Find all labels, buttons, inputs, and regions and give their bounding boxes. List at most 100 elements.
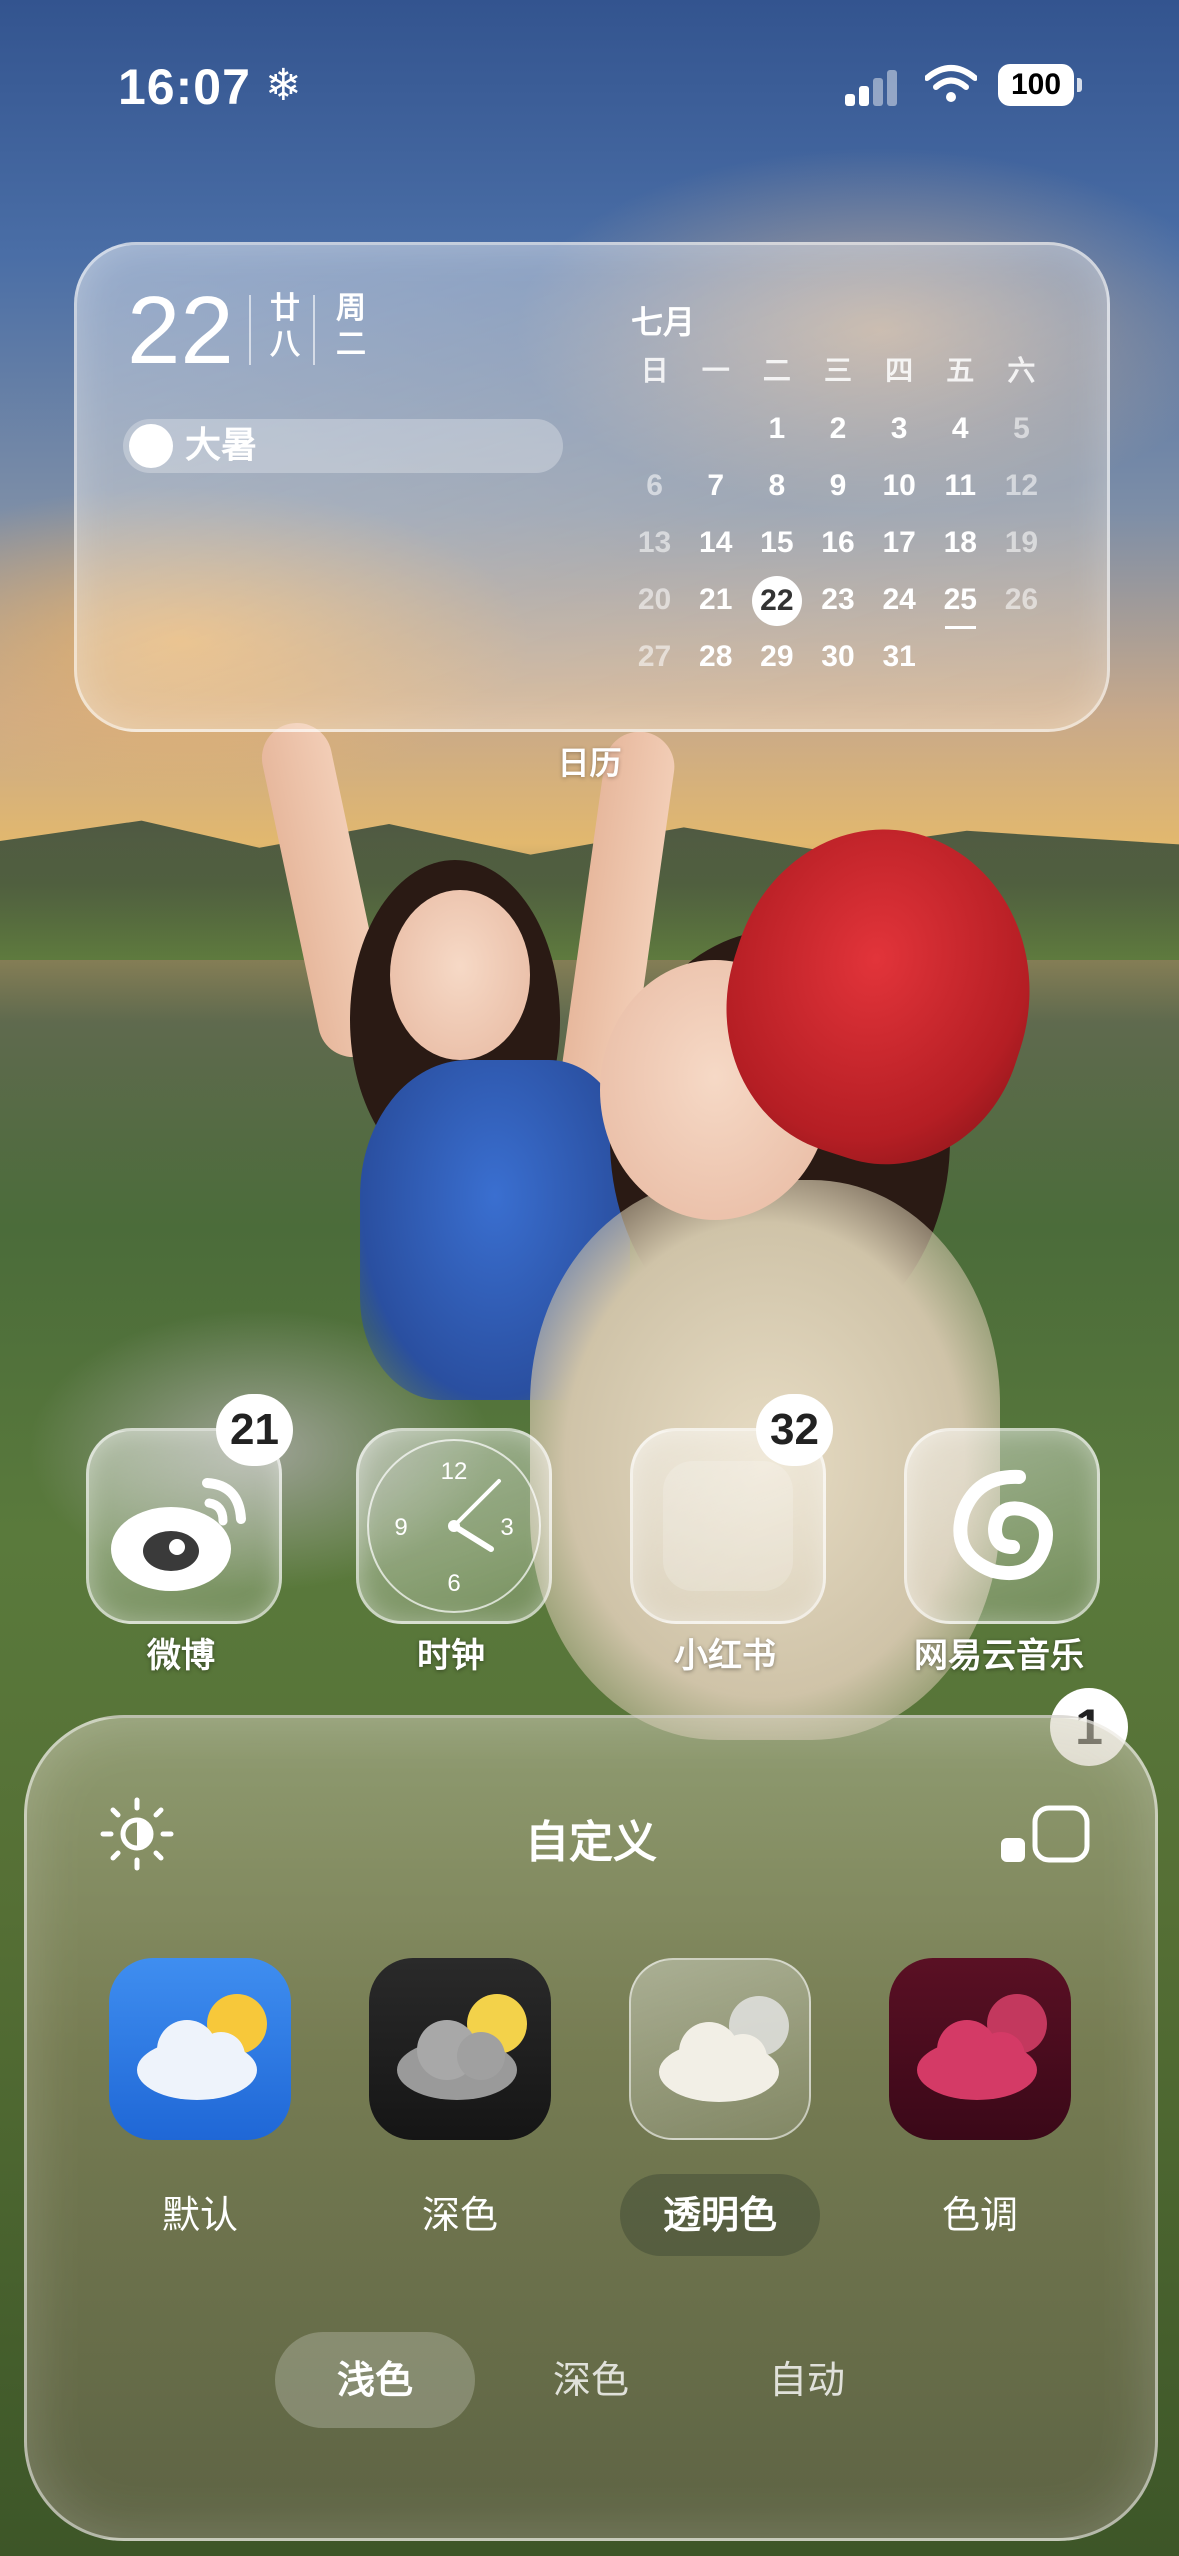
wifi-icon [925,65,977,102]
calendar-day-cell: 2 [829,412,847,445]
calendar-lunar-date: 廿 八 [265,291,305,363]
calendar-day-cell: 9 [829,469,847,502]
icon-size-icon[interactable] [997,1804,1093,1864]
calendar-weekday-header: 一 [701,355,730,386]
weather-cloud-sun-icon [137,1994,267,2100]
calendar-weekday-header: 三 [823,355,852,386]
calendar-day-cell: 28 [699,640,733,673]
calendar-day-cell: 15 [760,526,794,559]
calendar-day-cell [624,405,685,462]
calendar-today-marker: 22 [751,576,802,626]
clock-numeral: 6 [447,1570,460,1597]
calendar-grid: 日一二三四五六 1 2 3 4 5 6 7 8 9 10 11 12 13 14 15 16 17 18 19 20 21… [624,347,1052,690]
calendar-week-row: 27 28 29 30 31 [624,633,1052,690]
calendar-widget-label: 日历 [557,744,622,782]
clock-numeral: 9 [394,1514,407,1541]
calendar-day-cell: 10 [882,469,916,502]
calendar-day-cell: 26 [1004,583,1039,616]
cellular-signal-icon [845,70,905,106]
style-label[interactable]: 深色 [360,2174,560,2256]
app-label: 时钟 [417,1636,485,1676]
app-clock[interactable]: 12 3 6 9 [356,1428,552,1624]
mode-auto-button[interactable]: 自动 [707,2332,907,2428]
calendar-day-cell: 1 [768,412,786,445]
calendar-day-cell: 19 [1004,526,1039,559]
calendar-day-cell: 29 [760,640,794,673]
calendar-day-cell: 3 [890,412,908,445]
calendar-week-row: 6 7 8 9 10 11 12 [624,462,1052,519]
calendar-day-cell: 14 [699,526,733,559]
calendar-day-cell: 4 [951,412,969,445]
calendar-day-cell: 25 [930,576,991,633]
style-label-selected[interactable]: 透明色 [620,2174,820,2256]
calendar-week-row: 20 21 22 23 24 25 26 [624,576,1052,633]
calendar-month: 七月 [631,303,696,341]
app-label: 小红书 [674,1636,776,1676]
style-dark-button[interactable] [369,1958,551,2140]
calendar-weekday-header: 五 [946,355,975,386]
calendar-day-cell: 12 [1004,469,1039,502]
battery-indicator: 100 [998,64,1082,106]
wallpaper-face-left [390,890,530,1060]
status-bar: 16:07 ❄ 100 [0,58,1179,118]
panel-title: 自定义 [525,1817,657,1868]
calendar-widget[interactable]: 22 廿 八 周 二 大暑 七月 日一二三四五六 1 2 3 4 5 6 7 8 9 10 11 12 1… [74,242,1110,732]
calendar-day-cell: 11 [944,469,977,502]
calendar-day-cell: 16 [821,526,855,559]
calendar-day-cell: 7 [707,469,725,502]
calendar-today-cell: 22 [746,576,807,633]
calendar-weekday-header: 日 [640,355,669,386]
weather-cloud-sun-icon [397,1994,527,2100]
calendar-week-row: 13 14 15 16 17 18 19 [624,519,1052,576]
calendar-day-cell: 23 [821,583,855,616]
calendar-weekday: 周 二 [331,291,371,363]
clock-numeral: 3 [500,1514,513,1541]
calendar-divider [249,295,251,365]
weekday-char: 周 [336,291,366,326]
style-default-button[interactable] [109,1958,291,2140]
style-tint-button[interactable] [889,1958,1071,2140]
app-label: 网易云音乐 [914,1636,1084,1676]
snowflake-icon: ❄ [265,60,302,111]
style-label[interactable]: 色调 [880,2174,1080,2256]
app-badge: 21 [216,1394,293,1466]
netease-music-icon [953,1469,1053,1581]
calendar-day-cell: 17 [882,526,916,559]
solar-term-pill: 大暑 [123,419,563,473]
calendar-weekday-header: 四 [885,355,914,386]
status-time: 16:07 [118,59,251,115]
calendar-day-cell: 20 [637,583,672,616]
calendar-day-number: 22 [127,277,234,384]
app-netease-music[interactable] [904,1428,1100,1624]
weather-cloud-sun-icon [917,1994,1047,2100]
calendar-divider [313,295,315,365]
mode-dark-button[interactable]: 深色 [491,2332,691,2428]
solar-term-label: 大暑 [185,425,258,466]
calendar-day-cell: 21 [699,583,733,616]
calendar-day-cell [991,633,1052,690]
app-label: 微博 [147,1636,215,1676]
calendar-day-cell: 6 [646,469,663,502]
clock-icon: 12 3 6 9 [367,1439,541,1613]
weather-cloud-sun-icon [659,1996,789,2102]
app-badge: 32 [756,1394,833,1466]
style-clear-button[interactable] [629,1958,811,2140]
calendar-day-cell: 18 [943,526,977,559]
mode-light-button[interactable]: 浅色 [275,2332,475,2428]
calendar-day-cell: 8 [768,469,786,502]
calendar-day-cell: 31 [882,640,916,673]
calendar-day-cell: 30 [821,640,855,673]
calendar-day-cell: 13 [637,526,672,559]
calendar-weekday-header: 六 [1007,355,1036,386]
calendar-day-cell [685,405,746,462]
solar-term-dot [129,424,173,468]
calendar-day-cell [930,633,991,690]
calendar-weekday-header: 二 [762,355,791,386]
calendar-weekday-header-row: 日一二三四五六 [624,347,1052,405]
calendar-day-cell: 5 [1013,412,1030,445]
clock-numeral: 12 [441,1458,468,1485]
style-label[interactable]: 默认 [100,2174,300,2256]
calendar-day-cell: 24 [882,583,916,616]
calendar-day-cell: 27 [637,640,672,673]
customize-panel: 自定义 默认 深色 透明色 色调 浅色 深色 自动 [24,1715,1158,2541]
